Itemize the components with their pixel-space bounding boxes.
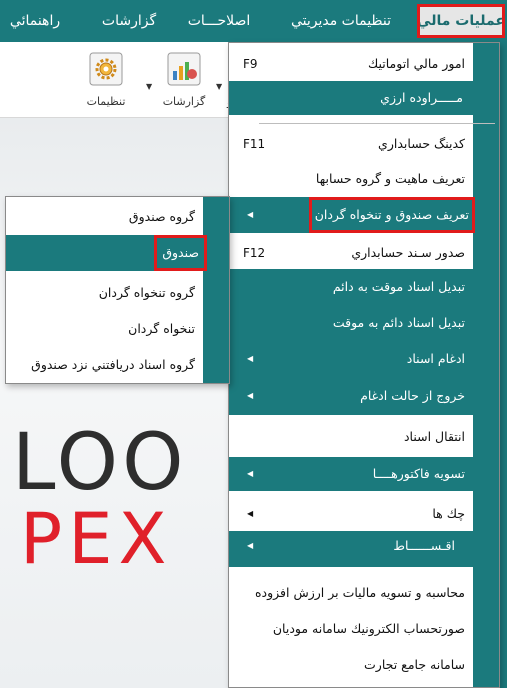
- menu-item-trade-system[interactable]: سامانه جامع تجارت: [229, 647, 499, 683]
- menu-item-auto-financial[interactable]: امور مالي اتوماتيك F9: [229, 49, 499, 79]
- menu-item-label: كدينگ حسابداري: [378, 136, 465, 151]
- submenu-arrow-icon: ◀: [247, 541, 254, 550]
- submenu-item-label: گروه صندوق: [128, 209, 195, 224]
- menu-management-settings[interactable]: تنظيمات مديريتي: [276, 4, 406, 38]
- submenu-item-receivable-docs-group[interactable]: گروه اسناد دريافتني نزد صندوق: [6, 347, 229, 383]
- submenu-item-label: گروه اسناد دريافتني نزد صندوق: [31, 357, 195, 372]
- menu-item-label: صدور سـند حسابداري: [351, 245, 465, 260]
- menu-item-label: مـــــراوده ارزي: [380, 90, 463, 105]
- menu-item-account-nature-groups[interactable]: تعريف ماهيت و گروه حسابها: [229, 161, 499, 197]
- menu-separator: [259, 123, 495, 124]
- menu-item-cash-and-petty-cash[interactable]: تعريف صندوق و تنخواه گردان ◀: [229, 197, 499, 233]
- settings-toolbar-button[interactable]: تنظیمات: [76, 50, 136, 112]
- submenu-item-cash[interactable]: صندوق: [6, 235, 229, 271]
- menu-item-settle-invoices[interactable]: تسويه فاكتورهــــا ◀: [229, 457, 499, 491]
- submenu-item-petty-cash[interactable]: تنخواه گردان: [6, 311, 229, 347]
- menu-item-label: سامانه جامع تجارت: [364, 657, 465, 672]
- menu-item-label: تعريف ماهيت و گروه حسابها: [315, 171, 465, 186]
- logo-text-top: LOO: [12, 418, 188, 508]
- menu-financial-operations[interactable]: عملیات مالي: [417, 4, 505, 38]
- menu-item-label: تسويه فاكتورهــــا: [372, 466, 465, 481]
- submenu-item-label: گروه تنخواه گردان: [98, 285, 195, 300]
- submenu-item-label: تنخواه گردان: [128, 321, 195, 336]
- reports-toolbar-label: گزارشات: [162, 95, 206, 108]
- settings-toolbar-label: تنظیمات: [86, 95, 126, 108]
- menu-item-label: تبديل اسناد دائم به موقت: [332, 315, 465, 330]
- financial-operations-menu: امور مالي اتوماتيك F9 مـــــراوده ارزي ك…: [228, 42, 500, 688]
- menu-item-label: محاسبه و تسويه ماليات بر ارزش افزوده: [254, 585, 465, 600]
- menu-item-label: ادغام اسناد: [406, 351, 465, 366]
- menu-item-shortcut: F12: [243, 246, 266, 260]
- menu-item-temp-to-permanent[interactable]: تبديل اسناد موقت به دائم: [229, 269, 499, 305]
- cash-submenu: گروه صندوق صندوق گروه تنخواه گردان تنخوا…: [5, 196, 230, 384]
- submenu-arrow-icon: ◀: [247, 210, 254, 219]
- menu-item-label: صورتحساب الكترونيك سامانه موديان: [272, 621, 465, 636]
- menu-item-label: چك ها: [432, 506, 465, 521]
- report-chart-icon: [167, 52, 201, 86]
- reports-toolbar-button[interactable]: گزارشات: [154, 50, 214, 112]
- chevron-down-icon[interactable]: ▼: [216, 82, 222, 91]
- submenu-arrow-icon: ◀: [247, 509, 254, 518]
- menu-item-merge-vouchers[interactable]: ادغام اسناد ◀: [229, 341, 499, 377]
- logo-text-bottom: PEX: [20, 498, 173, 580]
- menu-item-vat-settlement[interactable]: محاسبه و تسويه ماليات بر ارزش افزوده: [229, 575, 499, 611]
- menu-item-label: خروج از حالت ادغام: [360, 388, 465, 403]
- menu-item-permanent-to-temp[interactable]: تبديل اسناد دائم به موقت: [229, 305, 499, 341]
- submenu-arrow-icon: ◀: [247, 354, 254, 363]
- menu-item-label: انتقال اسناد: [403, 429, 465, 444]
- menu-item-cheques[interactable]: چك ها ◀: [229, 499, 499, 529]
- menu-item-label: اقـســــــاط: [393, 538, 455, 553]
- menu-help[interactable]: راهنمائي: [0, 4, 70, 38]
- menu-item-exit-merge[interactable]: خروج از حالت ادغام ◀: [229, 377, 499, 415]
- menu-corrections[interactable]: اصلاحـــات: [176, 4, 262, 38]
- submenu-arrow-icon: ◀: [247, 391, 254, 400]
- menubar: عملیات مالي تنظيمات مديريتي اصلاحـــات گ…: [0, 0, 507, 42]
- chevron-down-icon[interactable]: ▼: [146, 82, 152, 91]
- menu-item-issue-voucher[interactable]: صدور سـند حسابداري F12: [229, 237, 499, 269]
- submenu-item-label: صندوق: [154, 235, 207, 271]
- menu-item-currency-exchange[interactable]: مـــــراوده ارزي: [229, 81, 499, 115]
- menu-item-transfer-vouchers[interactable]: انتقال اسناد: [229, 419, 499, 455]
- menu-item-installments[interactable]: اقـســــــاط ◀: [229, 531, 499, 567]
- submenu-arrow-icon: ◀: [247, 469, 254, 478]
- menu-item-shortcut: F11: [243, 137, 266, 151]
- menu-item-e-invoice[interactable]: صورتحساب الكترونيك سامانه موديان: [229, 611, 499, 647]
- menu-item-label: تعريف صندوق و تنخواه گردان: [308, 197, 475, 233]
- submenu-item-petty-cash-group[interactable]: گروه تنخواه گردان: [6, 275, 229, 311]
- menu-item-label: تبديل اسناد موقت به دائم: [332, 279, 465, 294]
- gear-icon: [89, 52, 123, 86]
- menu-item-label: امور مالي اتوماتيك: [367, 56, 465, 71]
- menu-reports[interactable]: گزارشات: [92, 4, 166, 38]
- menu-item-shortcut: F9: [243, 57, 258, 71]
- submenu-item-cash-group[interactable]: گروه صندوق: [6, 199, 229, 235]
- menu-item-account-coding[interactable]: كدينگ حسابداري F11: [229, 127, 499, 161]
